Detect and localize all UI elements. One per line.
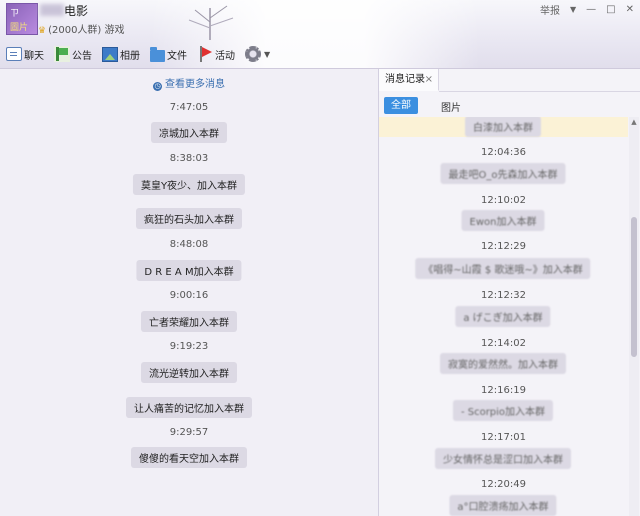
more-history-label: 查看更多消息 (165, 79, 225, 90)
filter-images-button[interactable]: 图片 (441, 99, 461, 114)
maximize-icon[interactable]: □ (606, 4, 615, 15)
chat-timestamp: 9:19:23 (169, 341, 209, 352)
chat-system-message: 傻傻的看天空加入本群 (131, 447, 247, 468)
announcement-icon (54, 46, 70, 62)
history-system-message: 少女情怀总是涩口加入本群 (435, 448, 571, 469)
history-timestamp: 12:10:02 (481, 195, 526, 206)
toolbar-chat-button[interactable]: 聊天 (4, 43, 46, 65)
chat-timestamp: 8:38:03 (169, 153, 209, 164)
history-system-message: 《唱得~山霞 $ 歌迷哦~》加入本群 (415, 258, 591, 279)
toolbar-album-label: 相册 (120, 50, 140, 62)
history-timestamp: 12:12:32 (481, 290, 526, 301)
chat-timestamp: 7:47:05 (169, 102, 209, 113)
toolbar-event-label: 活动 (215, 50, 235, 62)
avatar-text-top: ㄗ (10, 9, 20, 19)
history-system-message: Ewon加入本群 (461, 210, 545, 231)
history-system-message: 寂寞的爱然然。加入本群 (440, 353, 566, 374)
chat-system-message: 莫皇Y夜少、加入本群 (132, 174, 246, 195)
history-message-list[interactable]: 白漆加入本群 12:04:36 最走吧O_o先森加入本群 12:10:02 Ew… (379, 117, 628, 516)
history-system-message: - Scorpio加入本群 (452, 400, 554, 421)
history-timestamp: 12:17:01 (481, 432, 526, 443)
chevron-down-icon: ▼ (264, 49, 271, 59)
chat-system-message: 疯狂的石头加入本群 (136, 208, 242, 229)
chat-timestamp: 8:48:08 (169, 239, 209, 250)
toolbar-settings-button[interactable]: ▼ (243, 43, 272, 65)
avatar-text-bottom: 圖片 (10, 23, 29, 33)
history-system-message: a げこぎ加入本群 (455, 306, 551, 327)
history-clock-icon: ◷ (153, 82, 162, 91)
toolbar-album-button[interactable]: 相册 (100, 43, 142, 65)
history-system-message: 最走吧O_o先森加入本群 (440, 163, 566, 184)
filter-all-button[interactable]: 全部 (384, 97, 418, 114)
toolbar-event-button[interactable]: 活动 (195, 43, 237, 65)
chat-panel[interactable]: ◷ 查看更多消息 7:47:05 凉城加入本群 8:38:03 莫皇Y夜少、加入本… (0, 69, 378, 516)
chat-system-message: 亡者荣耀加入本群 (141, 311, 237, 332)
group-name[interactable]: 电影 (64, 2, 88, 19)
scroll-up-icon[interactable]: ▲ (629, 117, 639, 127)
more-history-link[interactable]: ◷ 查看更多消息 (0, 75, 378, 91)
chat-system-message: 流光逆转加入本群 (141, 362, 237, 383)
crown-icon: ♛ (38, 26, 47, 36)
toolbar-file-label: 文件 (167, 50, 187, 62)
history-timestamp: 12:12:29 (481, 241, 526, 252)
minimize-icon[interactable]: — (586, 4, 596, 15)
group-toolbar: 聊天 公告 相册 文件 活动 ▼ (4, 42, 278, 66)
history-timestamp: 12:16:19 (481, 385, 526, 396)
toolbar-announcement-label: 公告 (72, 50, 92, 62)
tab-message-history[interactable]: 消息记录 × (379, 69, 439, 91)
toolbar-chat-label: 聊天 (24, 50, 44, 62)
toolbar-announcement-button[interactable]: 公告 (52, 43, 94, 65)
flag-icon (197, 46, 213, 62)
report-button[interactable]: 举报 (540, 2, 560, 17)
chat-system-message: 让人痛苦的记忆加入本群 (126, 397, 252, 418)
chat-timestamp: 9:00:16 (169, 290, 209, 301)
album-icon (102, 46, 118, 62)
scroll-thumb[interactable] (631, 217, 637, 357)
group-avatar[interactable]: ㄗ 圖片 (6, 3, 38, 35)
chat-timestamp: 9:29:57 (169, 427, 209, 438)
history-timestamp: 12:20:49 (481, 479, 526, 490)
history-system-message: 白漆加入本群 (465, 117, 541, 137)
history-system-message: a°口腔溃疡加入本群 (449, 495, 557, 516)
group-meta: ♛ (2000人群) 游戏 (38, 21, 125, 36)
group-header: ㄗ 圖片 电影 ♛ (2000人群) 游戏 举报 ▼ — □ ✕ 聊天 公告 相册… (0, 0, 640, 69)
tabbar-divider (439, 91, 640, 92)
tab-message-history-label: 消息记录 (385, 74, 425, 85)
history-timestamp: 12:14:02 (481, 338, 526, 349)
member-count: (2000人群) (48, 25, 102, 36)
group-name-redacted (40, 4, 64, 16)
group-category[interactable]: 游戏 (105, 25, 125, 36)
tab-close-icon[interactable]: × (425, 69, 433, 91)
tree-decoration-icon (188, 5, 234, 40)
chat-system-message: 凉城加入本群 (151, 122, 227, 143)
window-controls: 举报 ▼ — □ ✕ (540, 2, 634, 17)
chat-icon (6, 47, 22, 61)
history-timestamp: 12:04:36 (481, 147, 526, 158)
history-scrollbar[interactable]: ▲ (629, 117, 639, 516)
chat-system-message: D R E A M加入本群 (136, 260, 242, 281)
toolbar-file-button[interactable]: 文件 (148, 43, 189, 65)
menu-dropdown-icon[interactable]: ▼ (570, 5, 576, 14)
gear-icon (245, 46, 261, 62)
message-history-panel: 消息记录 × 全部 图片 白漆加入本群 12:04:36 最走吧O_o先森加入本… (379, 69, 640, 516)
close-icon[interactable]: ✕ (626, 4, 634, 15)
folder-icon (150, 47, 165, 62)
